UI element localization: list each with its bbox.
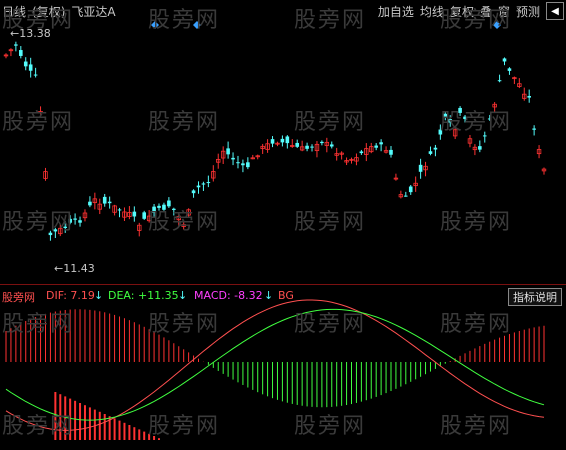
candle-body — [443, 113, 448, 118]
candle-body — [196, 185, 201, 188]
candle-body — [231, 157, 235, 160]
high-price-label: ←13.38 — [10, 27, 51, 40]
candle-body — [78, 220, 82, 223]
indicator-bar: 股旁网 DIF: 7.19 ↓ DEA: +11.35 ↓ MACD: -8.3… — [0, 287, 566, 306]
candle-body — [532, 128, 536, 130]
candle-body — [428, 151, 433, 154]
candle-body — [502, 58, 507, 62]
candle-body — [172, 208, 176, 210]
down-arrow-icon: ↓ — [264, 289, 274, 302]
candle-body — [206, 182, 211, 184]
event-diamond-icon — [193, 21, 201, 29]
candle-body — [487, 118, 492, 120]
down-arrow-icon: ↓ — [94, 289, 104, 302]
candle-body — [117, 209, 122, 211]
candle-body — [19, 50, 23, 56]
candle-body — [527, 96, 531, 98]
candle-body — [102, 196, 107, 204]
indicator-name: 股旁网 — [2, 291, 35, 304]
candle-body — [310, 146, 314, 148]
candle-body — [305, 145, 309, 149]
candle-body — [14, 44, 18, 46]
candle-body — [359, 151, 364, 154]
stock-chart[interactable]: ←13.38 ←11.43 — [0, 0, 566, 450]
candle-body — [320, 141, 324, 144]
candle-body — [403, 195, 408, 197]
candle-body — [152, 206, 156, 213]
candle-body — [246, 162, 250, 168]
candle-body — [191, 190, 196, 194]
event-diamond-icon — [151, 21, 159, 29]
candle-body — [88, 201, 92, 206]
candle-body — [433, 147, 438, 150]
dea-line — [5, 308, 545, 421]
indicator-help-button[interactable]: 指标说明 — [508, 288, 562, 306]
candle-body — [107, 201, 112, 204]
candle-body — [497, 80, 502, 82]
candle-body — [438, 129, 443, 135]
candle-body — [236, 162, 240, 164]
candle-body — [142, 212, 147, 219]
candle-body — [418, 164, 423, 172]
candle-body — [329, 144, 334, 147]
candle-body — [295, 142, 300, 147]
low-price-label: ←11.43 — [54, 262, 95, 275]
candle-body — [478, 146, 482, 150]
candle-body — [201, 183, 206, 185]
dif-value: DIF: 7.19 — [46, 289, 95, 302]
candle-body — [162, 204, 166, 210]
candle-body — [463, 116, 467, 120]
candle-body — [73, 218, 77, 220]
candle-body — [270, 139, 275, 144]
candle-body — [48, 232, 53, 236]
candle-body — [167, 200, 171, 207]
candle-body — [28, 64, 33, 71]
candle-body — [389, 149, 393, 155]
candle-body — [132, 211, 137, 217]
candle-body — [482, 135, 487, 137]
candle-body — [63, 226, 68, 229]
candle-body — [33, 74, 38, 76]
candle-body — [23, 61, 28, 67]
bg-label: BG — [278, 289, 294, 302]
candle-body — [408, 186, 413, 193]
candle-body — [53, 229, 58, 232]
candle-body — [507, 68, 512, 71]
candle-body — [374, 145, 378, 148]
candle-body — [157, 205, 161, 208]
macd-value: MACD: -8.32 — [194, 289, 263, 302]
candle-body — [68, 218, 72, 223]
down-arrow-icon: ↓ — [178, 289, 188, 302]
candle-body — [458, 107, 462, 113]
event-diamond-icon — [493, 21, 501, 29]
candle-body — [280, 138, 285, 143]
candle-body — [285, 136, 290, 144]
dea-value: DEA: +11.35 — [108, 289, 179, 302]
candle-body — [226, 148, 230, 155]
candle-body — [379, 142, 383, 145]
candle-body — [448, 119, 453, 123]
panel-divider — [0, 284, 566, 285]
candle-body — [241, 163, 245, 166]
